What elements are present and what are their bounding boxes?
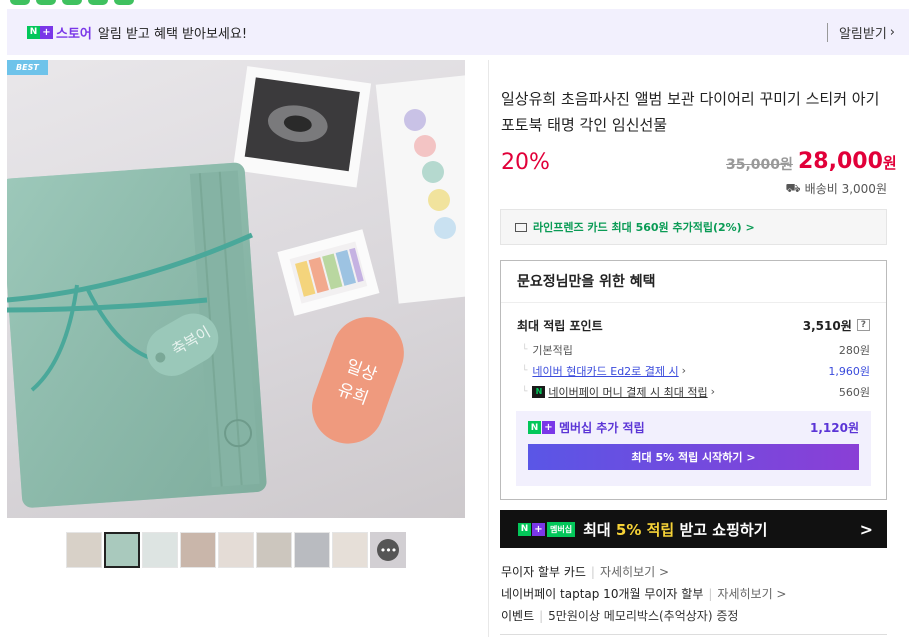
top-tab-indicators bbox=[10, 0, 134, 5]
thumbnail[interactable] bbox=[142, 532, 178, 568]
chevron-right-icon: › bbox=[681, 364, 687, 377]
chevron-right-icon: › bbox=[710, 385, 715, 398]
installment-card-row: 무이자 할부 카드 | 자세히보기 > bbox=[501, 565, 670, 579]
event-text: 5만원이상 메모리박스(추억상자) 증정 bbox=[548, 609, 739, 623]
points-detail-value: 280원 bbox=[838, 343, 870, 357]
details-link[interactable]: 자세히보기 > bbox=[600, 565, 669, 579]
truck-icon: ⛟ bbox=[785, 180, 801, 195]
membership-tag: 멤버십 bbox=[547, 521, 576, 537]
sale-price-value: 28,000 bbox=[798, 149, 883, 174]
banner-text-post: 받고 쇼핑하기 bbox=[674, 520, 768, 539]
get-notifications-link[interactable]: 알림받기 › bbox=[826, 22, 895, 42]
info-label: 무이자 할부 카드 bbox=[501, 565, 586, 579]
thumbnail[interactable] bbox=[294, 532, 330, 568]
more-thumbnails-button[interactable]: ••• bbox=[370, 532, 406, 568]
naver-n-icon: N bbox=[518, 522, 531, 536]
thumbnail[interactable] bbox=[332, 532, 368, 568]
store-notification-bar: N + 스토어 알림 받고 혜택 받아보세요! 알림받기 › bbox=[7, 9, 909, 55]
chevron-right-icon: > bbox=[859, 519, 873, 539]
shipping-fee: ⛟ 배송비 3,000원 bbox=[786, 180, 887, 197]
best-badge: BEST bbox=[7, 60, 48, 75]
card-offer-link[interactable]: 라인프렌즈 카드 최대 560원 추가적립(2%) > bbox=[500, 209, 887, 245]
max-points-row: 최대 적립 포인트 3,510원 ? bbox=[501, 311, 886, 339]
points-detail-row: N 네이버페이 머니 결제 시 최대 적립 › 560원 bbox=[501, 381, 886, 402]
points-detail-row: 네이버 현대카드 Ed2로 결제 시 › 1,960원 bbox=[501, 360, 886, 381]
help-icon[interactable]: ? bbox=[856, 319, 870, 331]
naver-pay-money-link[interactable]: 네이버페이 머니 결제 시 최대 적립 bbox=[548, 384, 707, 400]
start-membership-button[interactable]: 최대 5% 적립 시작하기 > bbox=[528, 444, 859, 470]
original-price: 35,000원 bbox=[726, 157, 793, 173]
product-title: 일상유희 초음파사진 앨범 보관 다이어리 꾸미기 스티커 아기 포토북 태명 … bbox=[501, 90, 880, 134]
store-label: 스토어 bbox=[56, 26, 92, 42]
more-dots-icon: ••• bbox=[377, 539, 399, 561]
membership-label: 멤버십 추가 적립 bbox=[559, 421, 645, 435]
hyundai-card-link[interactable]: 네이버 현대카드 Ed2로 결제 시 bbox=[532, 363, 678, 379]
banner-highlight: 5% 적립 bbox=[615, 520, 675, 539]
notice-text: 알림 받고 혜택 받아보세요! bbox=[97, 26, 248, 42]
thumbnail-selected[interactable] bbox=[104, 532, 140, 568]
thumbnail[interactable] bbox=[180, 532, 216, 568]
membership-box: N + 멤버십 추가 적립 1,120원 최대 5% 적립 시작하기 > bbox=[516, 411, 871, 486]
max-points-label: 최대 적립 포인트 bbox=[517, 318, 603, 333]
naverpay-installment-row: 네이버페이 taptap 10개월 무이자 할부 | 자세히보기 > bbox=[501, 587, 787, 601]
benefit-title: 문요정님만을 위한 혜택 bbox=[501, 261, 886, 303]
naver-n-icon: N bbox=[528, 421, 541, 434]
discount-rate: 20% bbox=[501, 150, 550, 175]
thumbnail-strip: ••• bbox=[66, 532, 406, 568]
column-divider bbox=[488, 60, 489, 637]
sale-price: 28,000원 bbox=[798, 149, 897, 174]
naver-n-icon: N bbox=[27, 25, 40, 39]
banner-text-pre: 최대 bbox=[583, 520, 616, 539]
product-main-image[interactable]: 일상 유희 축복이 BEST bbox=[7, 60, 465, 518]
notice-link-label: 알림받기 bbox=[838, 26, 887, 42]
credit-card-icon bbox=[515, 222, 527, 232]
points-detail-label: 기본적립 bbox=[517, 342, 572, 358]
event-row: 이벤트 | 5만원이상 메모리박스(추억상자) 증정 bbox=[501, 609, 739, 623]
plus-icon: + bbox=[532, 522, 545, 536]
points-detail-row: 기본적립 280원 bbox=[501, 339, 886, 360]
thumbnail[interactable] bbox=[66, 532, 102, 568]
info-label: 네이버페이 taptap 10개월 무이자 할부 bbox=[501, 587, 704, 601]
benefit-panel: 문요정님만을 위한 혜택 최대 적립 포인트 3,510원 ? 기본적립 280… bbox=[500, 260, 887, 500]
points-detail-value: 560원 bbox=[838, 385, 870, 399]
info-label: 이벤트 bbox=[501, 609, 535, 623]
membership-value: 1,120원 bbox=[810, 421, 859, 435]
thumbnail[interactable] bbox=[218, 532, 254, 568]
sale-price-unit: 원 bbox=[882, 154, 897, 172]
membership-banner[interactable]: N + 멤버십 최대 5% 적립 받고 쇼핑하기 > bbox=[500, 510, 887, 548]
naver-pay-icon: N bbox=[532, 385, 546, 398]
points-detail-value: 1,960원 bbox=[828, 364, 870, 378]
naver-store-badge: N + 스토어 bbox=[27, 23, 92, 42]
thumbnail[interactable] bbox=[256, 532, 292, 568]
chevron-right-icon: › bbox=[889, 24, 895, 40]
plus-icon: + bbox=[542, 421, 555, 434]
product-photo-illustration: 일상 유희 축복이 bbox=[7, 66, 465, 508]
plus-icon: + bbox=[40, 25, 53, 39]
details-link[interactable]: 자세히보기 > bbox=[717, 587, 786, 601]
max-points-value: 3,510원 bbox=[802, 318, 852, 333]
shipping-text: 배송비 3,000원 bbox=[804, 182, 887, 196]
divider bbox=[500, 634, 887, 635]
card-offer-text: 라인프렌즈 카드 최대 560원 추가적립(2%) > bbox=[533, 221, 755, 234]
